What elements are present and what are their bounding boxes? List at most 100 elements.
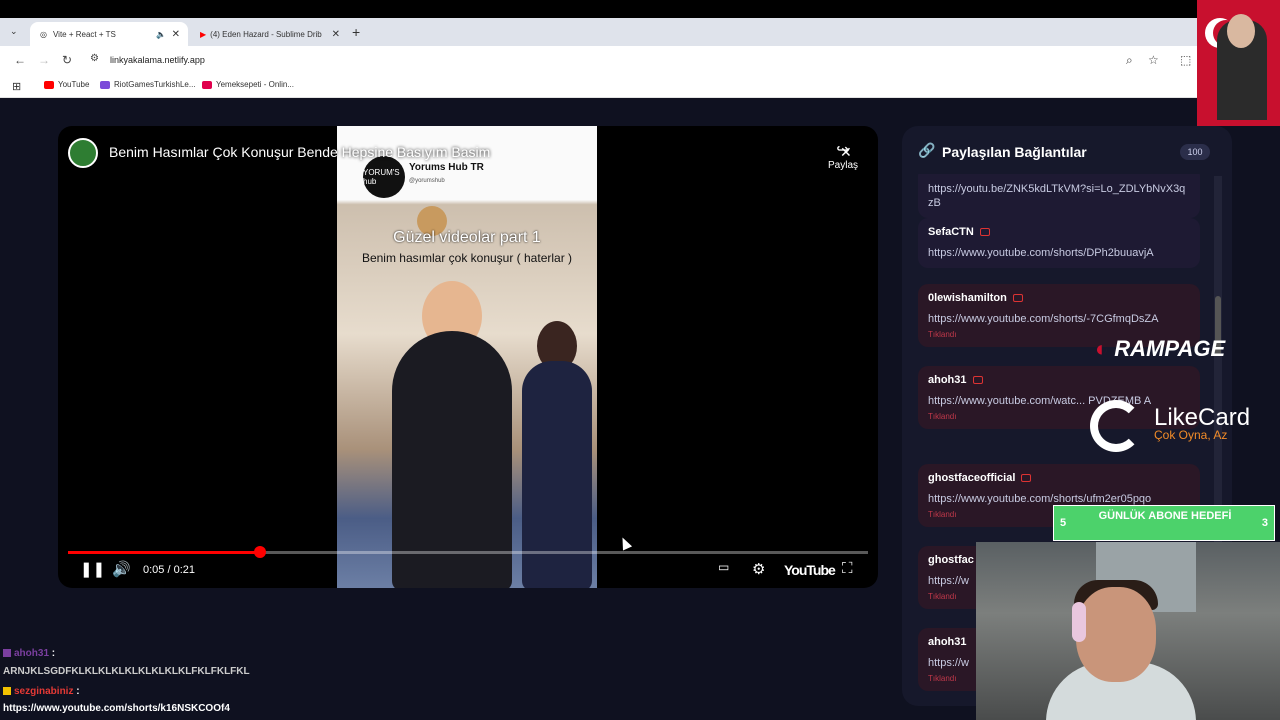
share-label: Paylaş <box>827 160 858 171</box>
ataturk-flag-overlay <box>1197 0 1280 126</box>
yemeksepeti-icon <box>202 80 212 89</box>
youtube-logo[interactable]: YouTube <box>784 562 836 578</box>
bookmarks-bar: ⊞ YouTube RiotGamesTurkishLe... Yemeksep… <box>0 74 1200 98</box>
reload-icon[interactable]: ↻ <box>62 53 72 67</box>
link-icon: 🔗 <box>918 142 936 158</box>
username: ahoh31 <box>928 374 967 386</box>
channel-handle: @yorumshub <box>409 178 445 184</box>
chat-badge-icon <box>3 649 11 658</box>
video-title[interactable]: Benim Hasımlar Çok Konuşur Bende Hepsine… <box>109 144 490 160</box>
link-url[interactable]: https://www.youtube.com/shorts/ufm2er05p… <box>928 492 1190 506</box>
tab-label: (4) Eden Hazard - Sublime Drib <box>210 29 322 39</box>
rampage-icon: ◐ <box>1095 336 1109 361</box>
close-tab-icon[interactable]: ✕ <box>172 29 180 40</box>
new-tab-button[interactable]: + <box>352 24 360 40</box>
progress-fill <box>68 551 260 554</box>
control-bar: ❚❚ 🔊 0:05 / 0:21 ▭ ⚙ YouTube ⛶ <box>58 558 878 582</box>
tab-youtube[interactable]: ▶ (4) Eden Hazard - Sublime Drib ✕ <box>190 22 348 46</box>
twitch-icon <box>100 80 110 89</box>
likecard-tagline: Çok Oyna, Az <box>1154 428 1228 442</box>
panel-title: Paylaşılan Bağlantılar <box>942 144 1087 160</box>
close-icon[interactable]: ✕ <box>840 144 852 161</box>
goal-title: GÜNLÜK ABONE HEDEFİ <box>1098 510 1232 522</box>
tab-vite[interactable]: ◎ Vite + React + TS 🔈 ✕ <box>30 22 188 46</box>
chat-message: https://www.youtube.com/shorts/k16NSKCOO… <box>3 703 230 714</box>
site-info-icon[interactable]: ⚙ <box>90 53 99 64</box>
rampage-logo: ◐ RAMPAGE <box>1095 336 1225 362</box>
link-url[interactable]: https://www.youtube.com/watc... PVDZEMB … <box>928 394 1190 408</box>
extensions-icon[interactable]: ⬚ <box>1180 53 1191 67</box>
chat-username: ahoh31 <box>14 648 50 659</box>
chat-badge-icon <box>3 687 11 696</box>
link-url[interactable]: https://youtu.be/ZNK5kdLTkVM?si=Lo_ZDLYb… <box>928 182 1190 210</box>
video-player[interactable]: YORUM'S hub Yorums Hub TR @yorumshub Güz… <box>58 126 878 588</box>
username: ahoh31 <box>928 636 967 648</box>
top-black-bar <box>0 0 1280 18</box>
bookmark-riot[interactable]: RiotGamesTurkishLe... <box>100 80 196 89</box>
video-overlay-subtitle: Benim hasımlar çok konuşur ( haterlar ) <box>361 251 573 265</box>
chat-message: ARNJKLSGDFKLKLKLKLKLKLKLKLKLFKLFKLFKL <box>3 666 250 677</box>
channel-name: Yorums Hub TR <box>409 162 484 173</box>
url-field[interactable]: linkyakalama.netlify.app <box>110 55 205 65</box>
headphones-icon <box>1072 602 1086 642</box>
subtitles-icon[interactable]: ▭ <box>718 560 729 574</box>
list-item[interactable]: SefaCTN https://www.youtube.com/shorts/D… <box>918 218 1200 268</box>
youtube-icon <box>972 376 983 385</box>
forward-icon[interactable]: → <box>38 53 50 67</box>
progress-knob[interactable] <box>254 546 266 558</box>
star-icon[interactable]: ☆ <box>1148 53 1159 67</box>
link-url[interactable]: https://www.youtube.com/shorts/-7CGfmqDs… <box>928 312 1190 326</box>
likecard-icon <box>1090 400 1142 452</box>
rampage-text: RAMPAGE <box>1114 336 1226 361</box>
chat-separator: : <box>76 686 80 697</box>
bookmark-youtube[interactable]: YouTube <box>44 80 89 89</box>
youtube-icon <box>1012 294 1023 303</box>
tab-label: Vite + React + TS <box>52 29 116 39</box>
volume-icon[interactable]: 🔊 <box>112 560 131 578</box>
username: SefaCTN <box>928 226 974 238</box>
goal-target: 3 <box>1261 517 1268 529</box>
channel-avatar[interactable] <box>68 138 98 168</box>
fullscreen-icon[interactable]: ⛶ <box>842 560 853 577</box>
youtube-icon: ▶ <box>200 29 207 39</box>
person-body <box>392 331 512 588</box>
tab-search-icon[interactable]: ⌄ <box>10 26 18 37</box>
link-count-badge: 100 <box>1180 144 1210 160</box>
speaker-icon: 🔈 <box>156 29 166 39</box>
clicked-status: Tıklandı <box>928 412 957 421</box>
portrait-face <box>1227 14 1255 48</box>
pause-icon[interactable]: ❚❚ <box>80 560 105 578</box>
youtube-icon <box>979 228 990 237</box>
username: ghostfac <box>928 554 974 566</box>
youtube-icon <box>1021 474 1032 483</box>
zoom-icon[interactable]: ⌕ <box>1126 53 1133 68</box>
video-overlay-title: Güzel videolar part 1 <box>393 229 541 246</box>
link-url[interactable]: https://www.youtube.com/shorts/DPh2buuav… <box>928 246 1190 260</box>
time-display: 0:05 / 0:21 <box>143 564 195 576</box>
bookmark-label: Yemeksepeti - Onlin... <box>216 80 294 89</box>
chat-line: ahoh31 : <box>3 648 55 659</box>
progress-bar[interactable] <box>68 546 868 558</box>
list-item[interactable]: https://youtu.be/ZNK5kdLTkVM?si=Lo_ZDLYb… <box>918 174 1200 218</box>
youtube-icon <box>44 80 54 89</box>
username: ghostfaceofficial <box>928 472 1016 484</box>
subscriber-goal-widget: 5 GÜNLÜK ABONE HEDEFİ 3 <box>1053 505 1275 541</box>
username: 0lewishamilton <box>928 292 1007 304</box>
chat-separator: : <box>51 648 56 659</box>
settings-icon[interactable]: ⚙ <box>752 560 765 578</box>
address-bar-row: ← → ↻ ⚙ linkyakalama.netlify.app ⌕ ☆ ⬚ <box>0 46 1200 74</box>
bookmark-yemeksepeti[interactable]: Yemeksepeti - Onlin... <box>202 80 294 89</box>
webcam-overlay <box>976 542 1280 720</box>
back-icon[interactable]: ← <box>14 53 26 67</box>
apps-icon[interactable]: ⊞ <box>12 80 21 93</box>
bookmark-label: YouTube <box>58 80 90 89</box>
tab-strip: ⌄ ◎ Vite + React + TS 🔈 ✕ ▶ (4) Eden Haz… <box>0 18 1200 46</box>
globe-icon: ◎ <box>40 29 47 39</box>
bookmark-label: RiotGamesTurkishLe... <box>114 80 196 89</box>
streamer-face <box>1076 587 1156 682</box>
video-frame: YORUM'S hub Yorums Hub TR @yorumshub Güz… <box>337 126 597 588</box>
close-tab-icon[interactable]: ✕ <box>332 29 340 40</box>
chat-line: sezginabiniz : <box>3 686 80 697</box>
channel-logo: YORUM'S hub <box>363 156 405 198</box>
chat-username: sezginabiniz <box>14 686 74 697</box>
